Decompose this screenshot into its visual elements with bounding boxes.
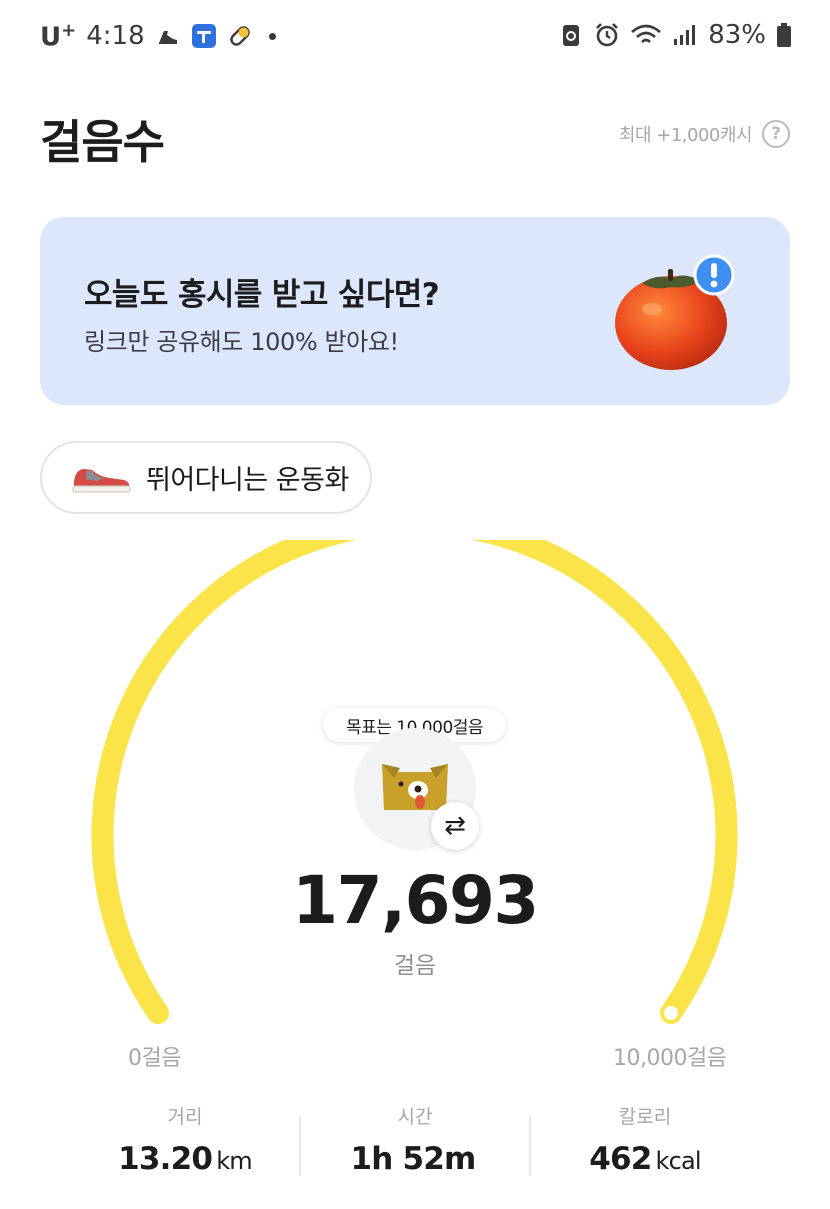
step-count: 17,693 bbox=[292, 862, 539, 939]
swap-arrows-icon: ⇄ bbox=[444, 811, 466, 841]
help-icon[interactable]: ? bbox=[762, 120, 790, 148]
persimmon-icon bbox=[615, 254, 735, 370]
stat-calories: 칼로리 462 kcal bbox=[530, 1102, 760, 1177]
stat-label: 거리 bbox=[167, 1106, 203, 1128]
status-bar: U+ 4:18 83% bbox=[0, 0, 830, 76]
running-shoe-icon bbox=[158, 31, 177, 45]
pill-icon bbox=[229, 26, 250, 47]
stat-time: 시간 1h 52m bbox=[300, 1102, 530, 1177]
stat-label: 칼로리 bbox=[618, 1106, 672, 1128]
swap-character-button[interactable]: ⇄ bbox=[431, 802, 479, 850]
sneaker-icon bbox=[72, 468, 131, 492]
step-unit: 걸음 bbox=[393, 953, 437, 979]
stat-value: 1h 52m bbox=[350, 1141, 476, 1177]
gauge-min-label: 0걸음 bbox=[128, 1046, 181, 1071]
max-cash-info[interactable]: 최대 +1,000캐시 ? bbox=[619, 120, 790, 148]
max-cash-label: 최대 +1,000캐시 bbox=[618, 125, 753, 146]
battery-percentage: 83% bbox=[708, 20, 766, 50]
page-title: 걸음수 bbox=[40, 115, 165, 169]
banner-subtitle: 링크만 공유해도 100% 받아요! bbox=[84, 328, 399, 356]
stat-value: 13.20 km bbox=[118, 1141, 253, 1177]
stat-distance: 거리 13.20 km bbox=[70, 1102, 300, 1177]
stat-label: 시간 bbox=[397, 1106, 433, 1128]
shoe-selector-button[interactable]: 뛰어다니는 운동화 bbox=[40, 441, 372, 514]
gauge-max-label: 10,000걸음 bbox=[613, 1046, 727, 1071]
shoe-label: 뛰어다니는 운동화 bbox=[146, 465, 349, 496]
wifi-icon bbox=[631, 24, 662, 43]
clock: 4:18 bbox=[86, 21, 145, 52]
status-bar-left: U+ 4:18 bbox=[40, 20, 276, 53]
carrier-label: U+ bbox=[40, 20, 77, 53]
notification-dot-icon bbox=[268, 32, 276, 40]
share-banner[interactable]: 오늘도 홍시를 받고 싶다면? 링크만 공유해도 100% 받아요! bbox=[40, 217, 790, 405]
app-badge-icon bbox=[191, 24, 216, 49]
gauge-end-knob bbox=[664, 1006, 678, 1020]
stat-value: 462 kcal bbox=[589, 1141, 701, 1177]
recycle-icon bbox=[563, 25, 580, 46]
alarm-icon bbox=[596, 23, 619, 47]
status-bar-right: 83% bbox=[558, 20, 792, 50]
banner-title: 오늘도 홍시를 받고 싶다면? bbox=[84, 277, 440, 313]
steps-screen: U+ 4:18 83% 걸음수 최대 +1,000캐시 ? 오늘도 홍시를 받고… bbox=[0, 0, 830, 1209]
battery-icon bbox=[777, 23, 791, 47]
signal-icon bbox=[674, 25, 696, 45]
